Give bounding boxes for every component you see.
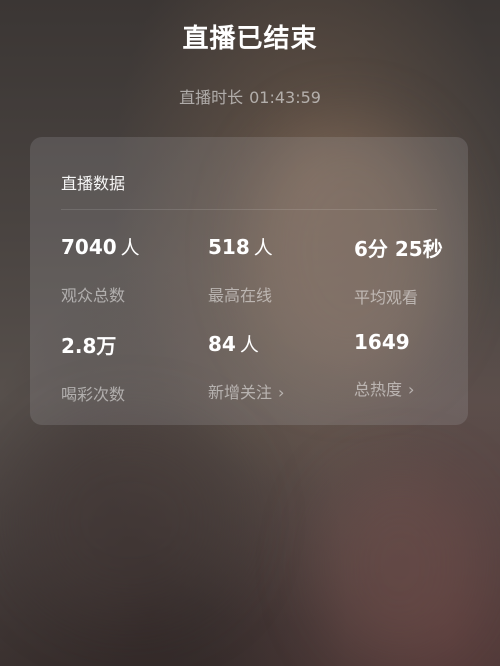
stat-label: 观众总数 [61, 286, 126, 305]
live-ended-screen: 直播已结束 直播时长 01:43:59 直播数据 7040 人 观众总数 518 人 … [0, 0, 500, 666]
stat-label: 平均观看 [354, 288, 419, 307]
stat-value: 7040 人 [61, 235, 140, 259]
chevron-right-icon: › [408, 380, 415, 399]
divider [61, 209, 437, 210]
background-blur [320, 470, 480, 660]
stat-value: 6分 25秒 [354, 237, 443, 261]
stat-value: 518 人 [208, 235, 273, 259]
stat-total-viewers: 7040 人 观众总数 [61, 233, 201, 306]
stat-total-heat[interactable]: 1649 总热度 › [354, 330, 494, 400]
stat-value: 1649 [354, 330, 410, 354]
duration-label: 直播时长 [179, 88, 244, 107]
live-data-card: 直播数据 7040 人 观众总数 518 人 最高在线 6分 25秒 平均观看 2.… [30, 137, 468, 425]
stat-new-followers[interactable]: 84 人 新增关注 › [208, 330, 348, 403]
stat-average-watch: 6分 25秒 平均观看 [354, 233, 494, 308]
card-title: 直播数据 [61, 174, 126, 193]
stat-label: 最高在线 [208, 286, 273, 305]
duration-value: 01:43:59 [249, 88, 321, 107]
live-duration: 直播时长 01:43:59 [0, 84, 500, 108]
page-title: 直播已结束 [182, 24, 318, 54]
stat-peak-online: 518 人 最高在线 [208, 233, 348, 306]
stat-cheers: 2.8万 喝彩次数 [61, 330, 201, 405]
stat-label: 总热度 › [354, 380, 415, 399]
stat-label: 新增关注 › [208, 383, 285, 402]
stat-label: 喝彩次数 [61, 385, 126, 404]
stat-value: 2.8万 [61, 334, 117, 358]
chevron-right-icon: › [278, 383, 285, 402]
stat-value: 84 人 [208, 332, 259, 356]
background-blur [20, 420, 240, 620]
